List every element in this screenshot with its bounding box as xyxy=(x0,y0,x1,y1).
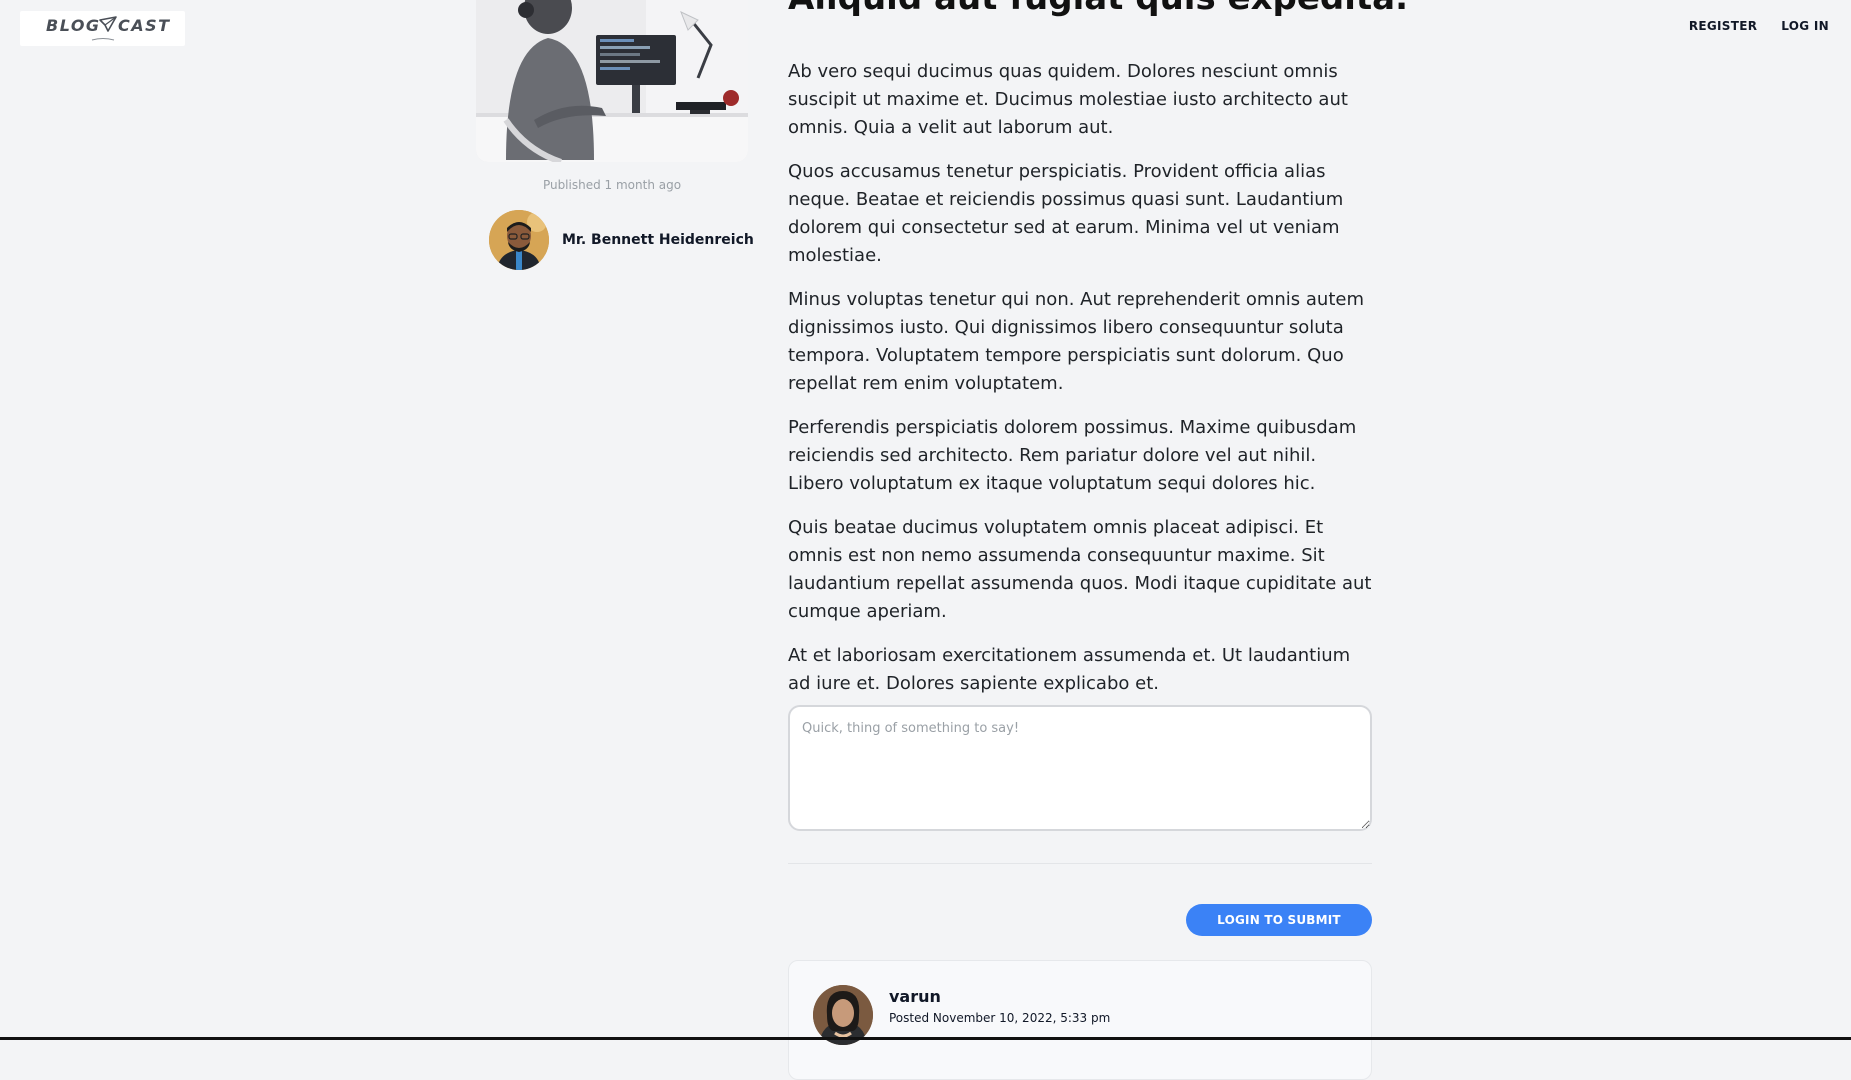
register-link[interactable]: REGISTER xyxy=(1689,19,1757,33)
svg-text:BLOG: BLOG xyxy=(46,16,101,35)
svg-text:CAST: CAST xyxy=(118,16,171,35)
post-featured-image xyxy=(476,0,748,162)
post-body: Ab vero sequi ducimus quas quidem. Dolor… xyxy=(788,58,1373,714)
comment-author[interactable]: varun xyxy=(889,987,941,1006)
post-paragraph: Minus voluptas tenetur qui non. Aut repr… xyxy=(788,289,1364,394)
comment-textarea[interactable] xyxy=(788,705,1372,831)
top-nav: REGISTER LOG IN xyxy=(1689,19,1829,33)
login-to-submit-button[interactable]: LOGIN TO SUBMIT xyxy=(1186,904,1372,936)
divider xyxy=(788,863,1372,864)
post-paragraph: Perferendis perspiciatis dolorem possimu… xyxy=(788,417,1357,494)
site-logo[interactable]: BLOG CAST xyxy=(20,11,185,46)
comment-date: Posted November 10, 2022, 5:33 pm xyxy=(889,1011,1111,1025)
post-paragraph: Quos accusamus tenetur perspiciatis. Pro… xyxy=(788,161,1344,266)
post-paragraph: Quis beatae ducimus voluptatem omnis pla… xyxy=(788,517,1372,622)
post-paragraph: At et laboriosam exercitationem assumend… xyxy=(788,645,1351,694)
commenter-avatar[interactable] xyxy=(813,985,873,1045)
published-date: Published 1 month ago xyxy=(542,178,682,192)
post-author[interactable]: Mr. Bennett Heidenreich xyxy=(489,210,754,270)
blog-cast-logo-icon: BLOG CAST xyxy=(46,16,171,40)
login-link[interactable]: LOG IN xyxy=(1781,19,1829,33)
author-avatar[interactable] xyxy=(489,210,549,270)
post-paragraph: Ab vero sequi ducimus quas quidem. Dolor… xyxy=(788,61,1348,138)
post-title: Aliquid aut fugiat quis expedita. xyxy=(788,0,1408,18)
comment-card: varun Posted November 10, 2022, 5:33 pm xyxy=(788,960,1372,1080)
author-name[interactable]: Mr. Bennett Heidenreich xyxy=(562,232,754,248)
